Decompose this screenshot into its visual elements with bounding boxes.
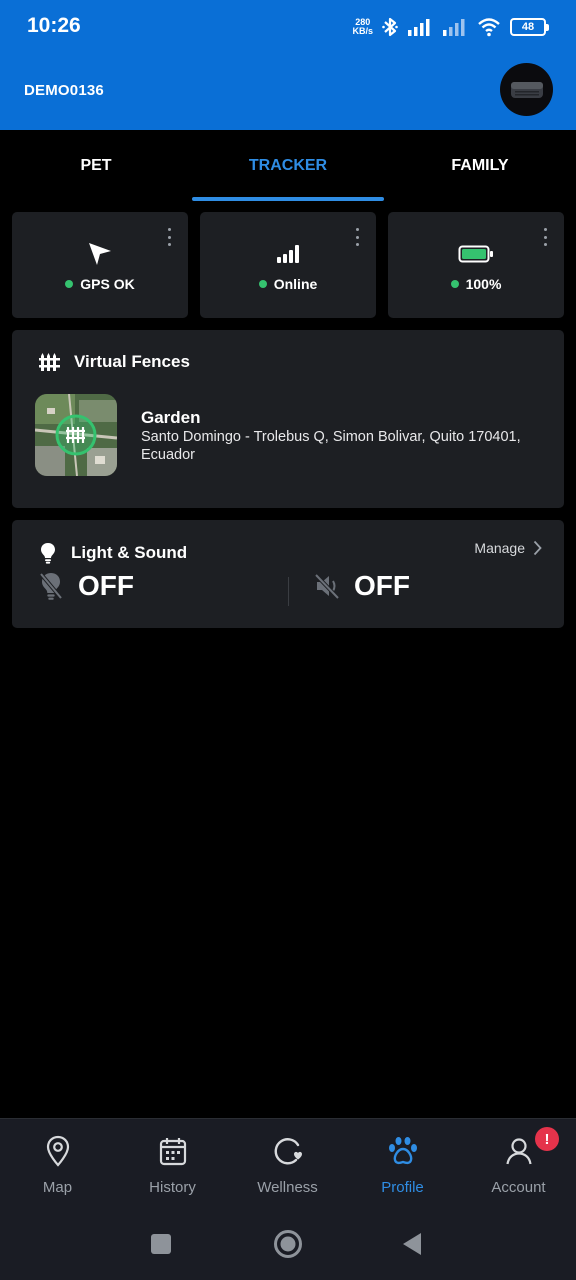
light-toggle[interactable]: OFF [38,570,134,602]
status-icons: 280 KB/s 48 [352,14,549,40]
light-state: OFF [78,570,134,601]
device-name: DEMO0136 [24,82,104,99]
connection-status-label: Online [273,276,318,292]
notification-badge: ! [535,1127,559,1151]
nav-label-account: Account [491,1179,546,1196]
recent-apps-button[interactable] [141,1224,181,1264]
nav-item-map[interactable]: Map [0,1119,115,1215]
nav-item-wellness[interactable]: Wellness [230,1119,345,1215]
tab-tracker[interactable]: TRACKER [192,130,384,202]
battery-indicator: 48 [510,18,549,36]
nav-label-history: History [149,1179,196,1196]
cell-signal-icon [408,19,430,36]
virtual-fences-title: Virtual Fences [74,352,190,371]
fence-address: Santo Domingo - Trolebus Q, Simon Boliva… [141,429,521,463]
nav-item-profile[interactable]: Profile [345,1119,460,1215]
device-avatar[interactable] [500,63,553,116]
tab-family[interactable]: FAMILY [384,130,576,202]
battery-status-label: 100% [465,276,502,292]
tab-pet[interactable]: PET [0,130,192,202]
battery-level: 48 [521,21,535,33]
network-speed: 280 KB/s [352,18,373,36]
virtual-fences-header: Virtual Fences [39,352,190,372]
sound-state: OFF [354,570,410,601]
status-bar: 10:26 280 KB/s 48 [0,0,576,54]
fence-map-thumbnail[interactable] [35,394,117,476]
sound-muted-icon [314,573,340,600]
user-icon [505,1138,532,1165]
nav-item-history[interactable]: History [115,1119,230,1215]
navigation-arrow-icon [89,243,111,265]
light-sound-card: Light & Sound Manage OFF OFF [12,520,564,628]
status-dot [65,280,74,288]
back-button[interactable] [392,1224,432,1264]
tab-bar: PET TRACKER FAMILY [0,130,576,202]
square-icon [151,1234,171,1254]
battery-status-card[interactable]: 100% [388,212,564,318]
tracker-device-icon [510,81,543,98]
home-button[interactable] [268,1224,308,1264]
wifi-icon [478,18,500,37]
gps-status-label: GPS OK [80,276,135,292]
back-triangle-icon [403,1233,421,1255]
gps-status-card[interactable]: GPS OK [12,212,188,318]
app-header: 10:26 280 KB/s 48 DEMO0136 [0,0,576,130]
connection-status-card[interactable]: Online [200,212,376,318]
manage-link[interactable]: Manage [474,540,542,556]
divider [288,577,289,606]
nav-label-map: Map [42,1179,73,1196]
bluetooth-icon [382,17,398,37]
system-navigation-bar [0,1210,576,1280]
signal-bars-icon [277,245,299,263]
nav-item-account[interactable]: ! Account [461,1119,576,1215]
manage-label: Manage [474,540,525,556]
battery-full-icon [458,245,493,263]
lightbulb-icon [41,543,55,564]
cell-signal-2-icon [443,19,465,36]
map-pin-icon [46,1135,69,1167]
status-dot [450,280,459,288]
circle-icon [274,1230,302,1258]
nav-label-profile: Profile [381,1179,424,1196]
network-speed-unit: KB/s [352,26,373,36]
wellness-heart-icon [274,1138,302,1165]
chevron-right-icon [533,540,542,556]
active-tab-indicator [192,197,384,201]
calendar-icon [159,1138,186,1166]
nav-label-wellness: Wellness [257,1179,318,1196]
light-sound-title: Light & Sound [71,543,188,562]
light-sound-header: Light & Sound [39,542,187,564]
light-off-icon [39,572,63,600]
fence-name: Garden [141,408,201,427]
paw-icon [388,1137,417,1165]
fence-map-image [35,394,117,476]
clock: 10:26 [27,14,81,37]
virtual-fences-card: Virtual Fences Garden Santo Domingo - Tr… [12,330,564,508]
sound-toggle[interactable]: OFF [314,570,410,602]
fence-icon [39,353,60,371]
status-dot [258,280,267,288]
